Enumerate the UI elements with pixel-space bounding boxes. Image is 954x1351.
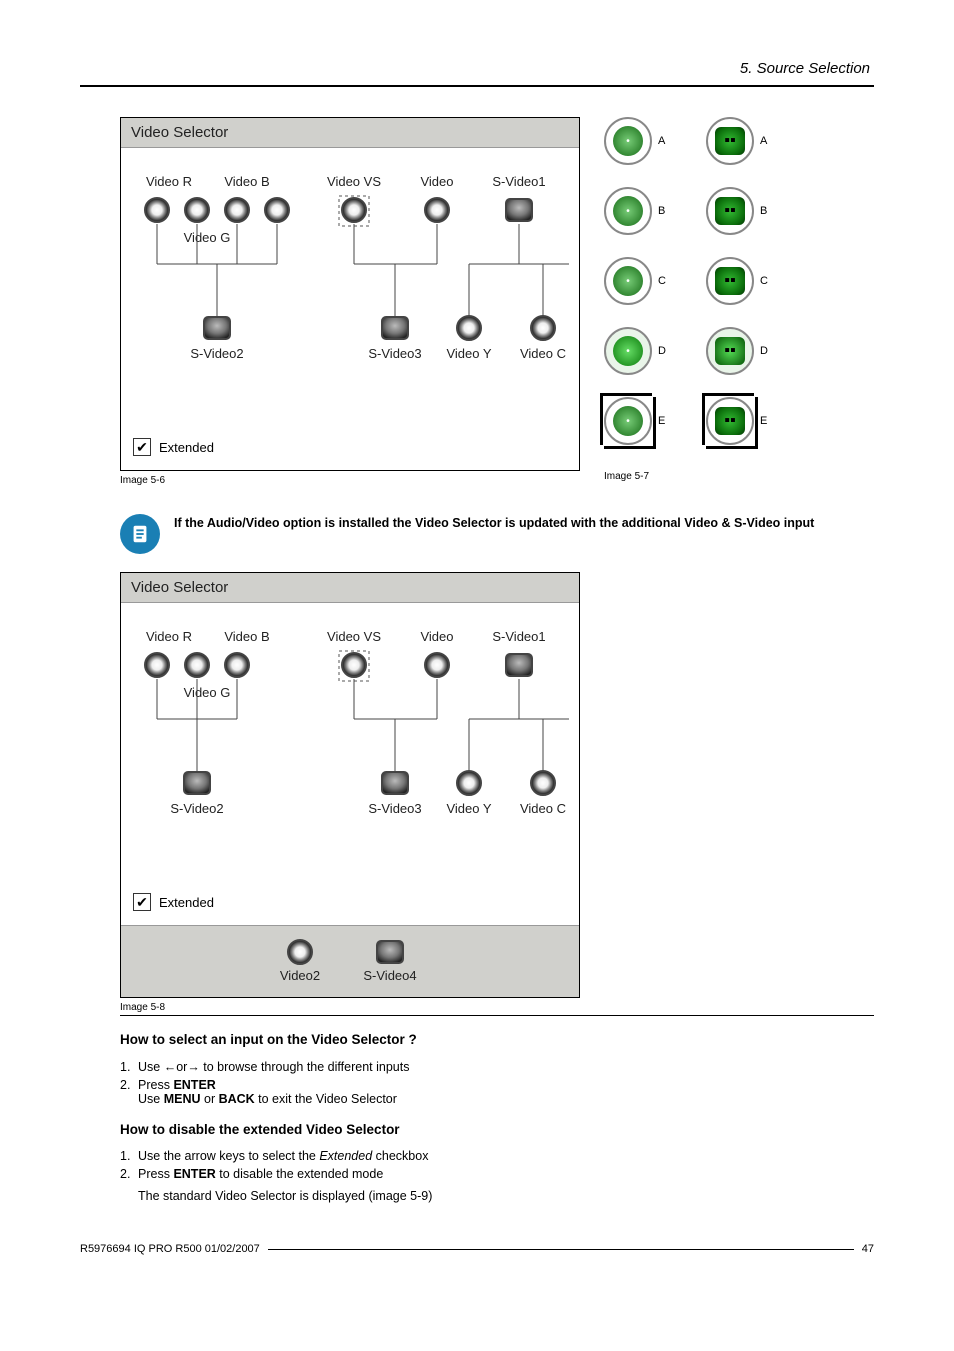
svg-text:Video R: Video R	[146, 629, 192, 644]
caption-5-6: Image 5-6	[120, 475, 580, 486]
step-text: Use ←or→ to browse through the different…	[138, 1060, 409, 1074]
label-a: A	[658, 135, 665, 147]
svg-text:Video: Video	[420, 174, 453, 189]
footer-doc: R5976694 IQ PRO R500 01/02/2007	[80, 1243, 260, 1255]
step-number: 1.	[120, 1149, 130, 1163]
label-c: C	[658, 275, 666, 287]
step-back: BACK	[219, 1092, 255, 1106]
svg-text:Video VS: Video VS	[327, 174, 381, 189]
extended-label-2: Extended	[159, 895, 214, 910]
footer-rule	[268, 1249, 854, 1250]
svg-text:Video C: Video C	[520, 801, 566, 816]
svg-text:S-Video1: S-Video1	[492, 629, 545, 644]
label-d2: D	[760, 345, 768, 357]
note-text: If the Audio/Video option is installed t…	[174, 514, 814, 530]
svg-text:S-Video3: S-Video3	[368, 346, 421, 361]
svg-text:S-Video1: S-Video1	[492, 174, 545, 189]
extended-checkbox[interactable]: ✔	[133, 438, 151, 456]
extended-checkbox-2[interactable]: ✔	[133, 893, 151, 911]
svideo-connector-icon: ▪▪	[706, 397, 754, 445]
step-number: 2.	[120, 1167, 130, 1181]
svg-text:Video Y: Video Y	[446, 346, 491, 361]
section-title: 5. Source Selection	[80, 60, 874, 77]
note-icon	[120, 514, 160, 554]
step-line2-post: to exit the Video Selector	[255, 1092, 397, 1106]
svg-text:Video Y: Video Y	[446, 801, 491, 816]
step-menu: MENU	[164, 1092, 201, 1106]
label-b2: B	[760, 205, 767, 217]
svg-text:Video B: Video B	[224, 629, 269, 644]
connector-column-rca: • A • B • C • D • E Image 5-7	[604, 117, 666, 482]
step-or: or	[201, 1092, 219, 1106]
label-e2: E	[760, 415, 767, 427]
step-text: Press	[138, 1167, 173, 1181]
footer-page: 47	[862, 1243, 874, 1255]
svg-text:Video VS: Video VS	[327, 629, 381, 644]
svg-text:Video R: Video R	[146, 174, 192, 189]
step-number: 2.	[120, 1078, 130, 1092]
rca-connector-icon: •	[604, 397, 652, 445]
svg-text:Video2: Video2	[280, 968, 320, 983]
svg-text:S-Video4: S-Video4	[363, 968, 416, 983]
howto2-heading: How to disable the extended Video Select…	[120, 1122, 874, 1137]
step-text: Press	[138, 1078, 173, 1092]
howto1-list: 1. Use ←or→ to browse through the differ…	[120, 1060, 874, 1106]
step-extended: Extended	[319, 1149, 372, 1163]
video-selector-footer-ports: Video2 S-Video4	[250, 934, 450, 984]
caption-5-7: Image 5-7	[604, 471, 666, 482]
svg-text:Video B: Video B	[224, 174, 269, 189]
caption-5-8: Image 5-8	[120, 1002, 874, 1013]
rca-connector-icon: •	[604, 327, 652, 375]
svg-text:Video: Video	[420, 629, 453, 644]
video-selector-panel-1: Video Selector	[120, 117, 580, 471]
step-text-post: checkbox	[372, 1149, 428, 1163]
label-a2: A	[760, 135, 767, 147]
video-selector-diagram-1: Video R Video B Video VS Video S-Video1	[129, 166, 573, 426]
svideo-connector-icon: ▪▪	[706, 257, 754, 305]
label-b: B	[658, 205, 665, 217]
step-text: Use the arrow keys to select the	[138, 1149, 319, 1163]
connector-column-svideo: ▪▪ A ▪▪ B ▪▪ C ▪▪ D ▪▪ E	[706, 117, 768, 482]
panel-title: Video Selector	[121, 118, 579, 148]
step-number: 1.	[120, 1060, 130, 1074]
svideo-connector-icon: ▪▪	[706, 187, 754, 235]
step-line2: Use	[138, 1092, 164, 1106]
svg-text:S-Video3: S-Video3	[368, 801, 421, 816]
svg-text:Video G: Video G	[184, 230, 231, 245]
step-enter: ENTER	[173, 1078, 215, 1092]
content-rule	[120, 1015, 874, 1016]
rca-connector-icon: •	[604, 257, 652, 305]
rca-connector-icon: •	[604, 117, 652, 165]
label-e: E	[658, 415, 665, 427]
svg-text:Video G: Video G	[184, 685, 231, 700]
svg-text:S-Video2: S-Video2	[170, 801, 223, 816]
label-d: D	[658, 345, 666, 357]
video-selector-diagram-2: Video R Video B Video VS Video S-Video1 …	[129, 621, 573, 881]
extended-label: Extended	[159, 440, 214, 455]
label-c2: C	[760, 275, 768, 287]
svideo-connector-icon: ▪▪	[706, 327, 754, 375]
step-text-post: to disable the extended mode	[216, 1167, 383, 1181]
panel-title-2: Video Selector	[121, 573, 579, 603]
svg-text:S-Video2: S-Video2	[190, 346, 243, 361]
howto1-heading: How to select an input on the Video Sele…	[120, 1032, 874, 1047]
step-enter: ENTER	[173, 1167, 215, 1181]
howto2-list: 1. Use the arrow keys to select the Exte…	[120, 1149, 874, 1203]
step-line2: The standard Video Selector is displayed…	[138, 1189, 432, 1203]
svideo-connector-icon: ▪▪	[706, 117, 754, 165]
svg-text:Video C: Video C	[520, 346, 566, 361]
rca-connector-icon: •	[604, 187, 652, 235]
video-selector-panel-2: Video Selector Video R Video B Video VS …	[120, 572, 580, 998]
